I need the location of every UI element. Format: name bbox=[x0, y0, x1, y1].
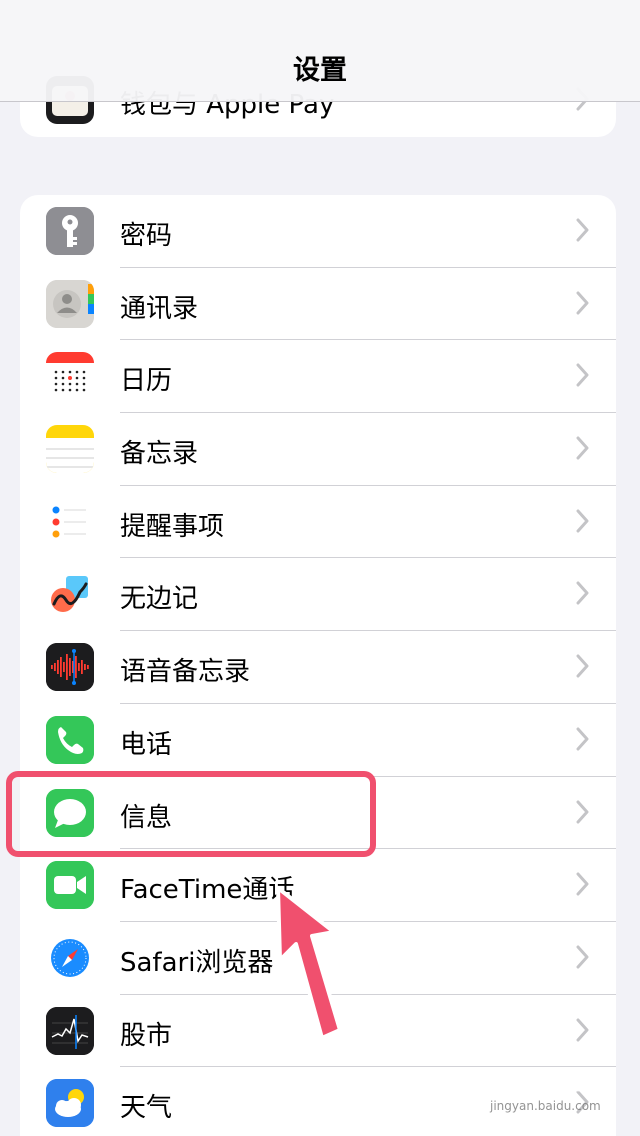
watermark: Bai 经验 jingyan.baidu.com bbox=[490, 1065, 601, 1113]
chevron-right-icon bbox=[576, 945, 589, 969]
settings-row-label: 语音备忘录 bbox=[120, 657, 251, 688]
safari-icon bbox=[46, 933, 94, 982]
watermark-url: jingyan.baidu.com bbox=[490, 1099, 601, 1113]
chevron-right-icon bbox=[576, 509, 589, 533]
calendar-icon bbox=[46, 352, 94, 401]
settings-row-label: 股市 bbox=[120, 1020, 173, 1051]
page-title: 设置 bbox=[293, 55, 347, 86]
notes-icon bbox=[46, 425, 94, 474]
settings-row-label: 日历 bbox=[120, 366, 173, 397]
settings-row-label: 备忘录 bbox=[120, 439, 199, 470]
reminders-icon bbox=[46, 497, 94, 546]
settings-screen: 设置 钱包与 Apple Pay 密码 通讯录 日历 备忘录 提醒事项 无边记 语音备忘录电… bbox=[0, 0, 640, 1136]
chevron-right-icon bbox=[576, 363, 589, 387]
settings-row-voice-memos[interactable]: 语音备忘录 bbox=[20, 631, 616, 704]
chevron-right-icon bbox=[576, 218, 589, 242]
stocks-icon bbox=[46, 1006, 94, 1055]
chevron-right-icon bbox=[576, 654, 589, 678]
chevron-right-icon bbox=[576, 800, 589, 823]
settings-row-notes[interactable]: 备忘录 bbox=[20, 413, 616, 486]
facetime-icon bbox=[46, 861, 94, 910]
navigation-bar: 设置 bbox=[0, 0, 640, 102]
settings-row-label: 电话 bbox=[120, 729, 173, 760]
phone-icon bbox=[46, 715, 94, 764]
chevron-right-icon bbox=[576, 872, 589, 896]
settings-row-label: 天气 bbox=[120, 1093, 173, 1124]
settings-row-freeform[interactable]: 无边记 bbox=[20, 558, 616, 632]
settings-row-label: 提醒事项 bbox=[120, 511, 225, 542]
chevron-right-icon bbox=[576, 291, 589, 315]
chevron-right-icon bbox=[576, 727, 589, 751]
settings-row-calendar[interactable]: 日历 bbox=[20, 340, 616, 414]
weather-icon bbox=[46, 1079, 94, 1128]
key-icon bbox=[46, 207, 94, 255]
chevron-right-icon bbox=[576, 436, 589, 460]
watermark-brand: Bai 经验 bbox=[490, 1071, 581, 1096]
settings-row-reminders[interactable]: 提醒事项 bbox=[20, 486, 616, 559]
settings-row-contacts[interactable]: 通讯录 bbox=[20, 268, 616, 341]
chevron-right-icon bbox=[576, 1018, 589, 1042]
annotation-arrow-icon bbox=[276, 886, 342, 1040]
settings-row-label: 无边记 bbox=[120, 584, 199, 615]
freeform-icon bbox=[46, 570, 94, 619]
highlight-box bbox=[6, 771, 376, 857]
settings-row-phone[interactable]: 电话 bbox=[20, 704, 616, 777]
settings-row-label: 通讯录 bbox=[120, 293, 199, 324]
contacts-icon bbox=[46, 279, 94, 328]
chevron-right-icon bbox=[576, 581, 589, 605]
voice-memos-icon bbox=[46, 643, 94, 692]
settings-row-label: 密码 bbox=[120, 221, 173, 251]
settings-row-passwords[interactable]: 密码 bbox=[20, 195, 616, 268]
